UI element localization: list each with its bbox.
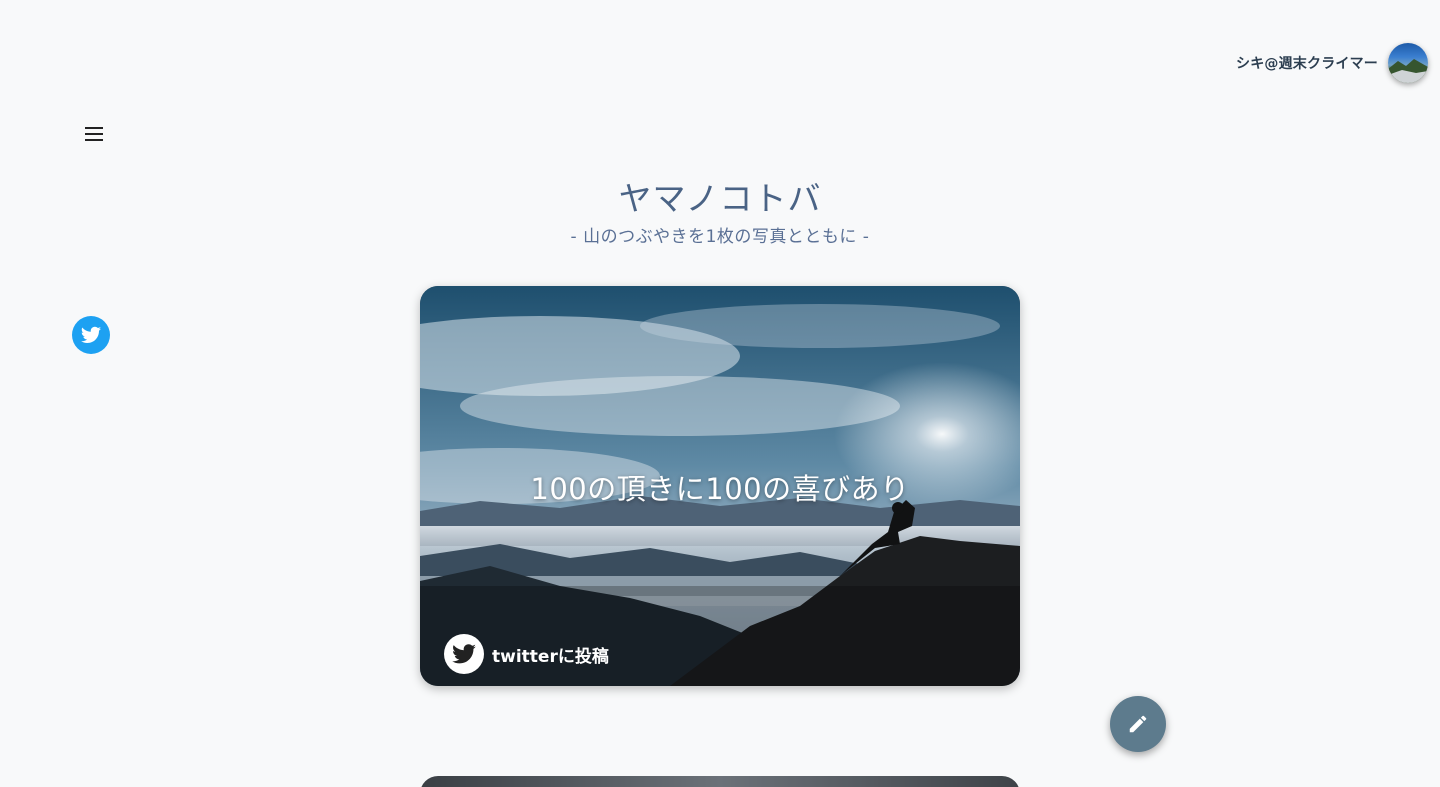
post-to-twitter-label: twitterに投稿 xyxy=(492,646,609,667)
user-name[interactable]: シキ@週末クライマー xyxy=(1236,53,1378,73)
twitter-icon xyxy=(80,326,102,343)
user-chip[interactable]: シキ@週末クライマー xyxy=(1236,43,1428,83)
pencil-icon xyxy=(1129,715,1147,733)
next-quote-card[interactable] xyxy=(420,776,1020,787)
site-subtitle: - 山のつぶやきを1枚の写真とともに - xyxy=(570,227,870,247)
twitter-icon xyxy=(444,634,484,674)
quote-card[interactable]: 100の頂きに100の喜びあり twitterに投稿 xyxy=(420,286,1020,686)
quote-text: 100の頂きに100の喜びあり xyxy=(530,472,910,506)
menu-icon[interactable] xyxy=(80,122,108,146)
page: シキ@週末クライマー ヤマノコトバ - 山のつぶやきを1枚の写真とともに - 1… xyxy=(0,0,1440,787)
avatar[interactable] xyxy=(1388,43,1428,83)
avatar-image xyxy=(1388,59,1428,83)
site-title: ヤマノコトバ xyxy=(618,179,822,218)
twitter-share-button[interactable] xyxy=(72,316,110,354)
post-to-twitter-button[interactable]: twitterに投稿 xyxy=(444,634,609,674)
edit-fab-button[interactable] xyxy=(1110,696,1166,752)
